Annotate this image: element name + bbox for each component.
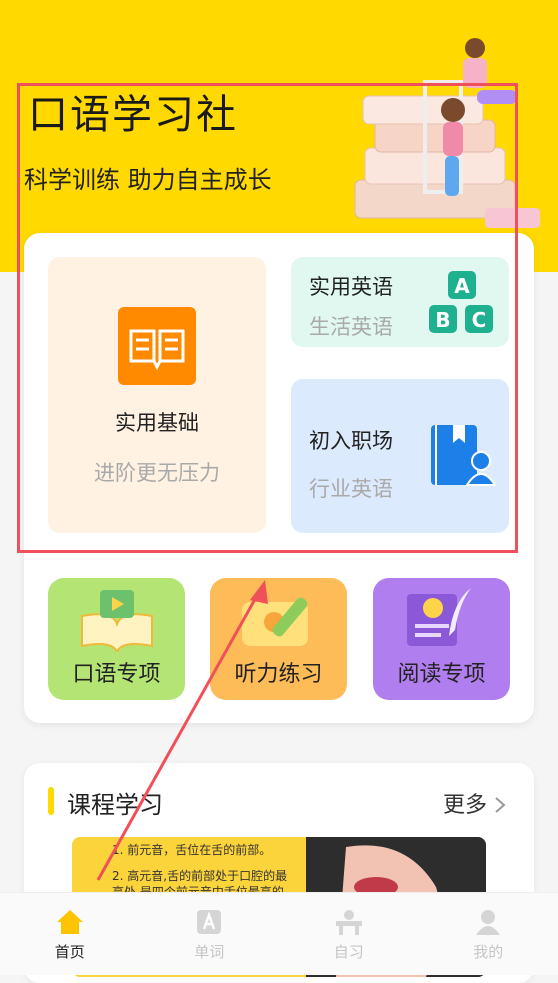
banner-line: 2. 高元音,舌的前部处于口腔的最 [112,867,287,884]
desk-icon [334,909,364,935]
more-link[interactable]: 更多 [443,787,506,819]
tile-title: 初入职场 [309,425,393,455]
book-icon [118,307,196,385]
tile-practical-basics[interactable]: 实用基础 进阶更无压力 [48,257,266,533]
abc-letter: A [454,274,470,298]
hero-banner: 口语学习社 科学训练 助力自主成长 [0,0,558,272]
tab-words[interactable]: 单词 [140,893,280,975]
tile-subtitle: 行业英语 [309,473,393,503]
abc-blocks-icon: A B C [427,269,497,335]
tab-home[interactable]: 首页 [0,893,140,975]
shortcut-listening[interactable]: 听力练习 [210,578,347,700]
tab-label: 单词 [140,941,280,962]
quill-certificate-icon [401,584,483,652]
tab-label: 我的 [419,941,558,962]
abc-letter: B [435,308,450,332]
career-book-icon [429,423,499,489]
books-illustration [345,30,545,240]
tab-label: 自习 [279,941,419,962]
app-subtitle: 科学训练 助力自主成长 [24,160,272,195]
section-marker [48,787,54,815]
abc-letter: C [472,308,487,332]
bottom-tab-bar: 首页 单词 自习 我的 [0,892,558,975]
tile-subtitle: 进阶更无压力 [48,457,266,487]
home-icon [56,909,84,935]
section-title: 课程学习 [67,785,163,820]
shortcut-reading[interactable]: 阅读专项 [373,578,510,700]
user-icon [475,909,501,935]
tab-self-study[interactable]: 自习 [279,893,419,975]
tile-subtitle: 生活英语 [309,311,393,341]
tile-title: 实用英语 [309,271,393,301]
letter-card-icon [196,909,222,935]
video-book-icon [78,586,156,652]
shortcut-speaking[interactable]: 口语专项 [48,578,185,700]
main-card: 实用基础 进阶更无压力 实用英语 生活英语 A B C 初入职场 行业英语 [24,233,534,723]
more-label: 更多 [443,793,487,818]
tile-practical-english[interactable]: 实用英语 生活英语 A B C [291,257,509,347]
tile-entering-workplace[interactable]: 初入职场 行业英语 [291,379,509,533]
shortcut-label: 口语专项 [48,656,185,688]
shortcut-label: 听力练习 [210,656,347,688]
chevron-right-icon [494,797,506,813]
banner-line: 1. 前元音，舌位在舌的前部。 [112,841,271,858]
tab-profile[interactable]: 我的 [419,893,558,975]
tab-label: 首页 [0,941,140,962]
pencil-scroll-icon [234,584,324,652]
shortcut-label: 阅读专项 [373,656,510,688]
app-title: 口语学习社 [28,82,238,140]
tile-title: 实用基础 [48,407,266,437]
